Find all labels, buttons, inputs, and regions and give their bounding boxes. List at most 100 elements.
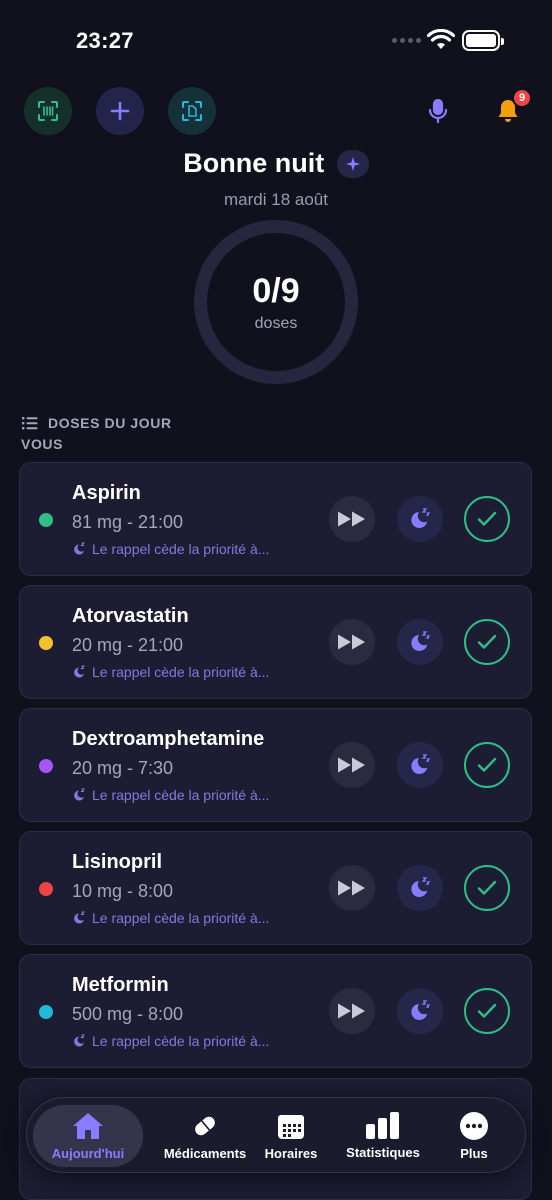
skip-button[interactable] — [329, 742, 375, 788]
doses-count: 0/9 — [252, 272, 300, 310]
medication-dose-time: 20 mg - 7:30 — [72, 758, 174, 778]
sleep-moon-icon — [74, 788, 86, 801]
current-date: mardi 18 août — [224, 190, 328, 209]
mark-taken-button[interactable] — [464, 865, 510, 911]
pill-icon — [195, 1116, 215, 1136]
skip-button[interactable] — [329, 865, 375, 911]
medication-dose-time: 20 mg - 21:00 — [72, 635, 184, 655]
reminder-note-text: Le rappel cède la priorité à... — [92, 664, 270, 680]
medication-dose-time: 81 mg - 21:00 — [72, 512, 184, 532]
mark-taken-button[interactable] — [464, 619, 510, 665]
bar-chart-icon — [366, 1112, 399, 1139]
document-scan-button[interactable] — [168, 87, 216, 135]
fast-forward-icon — [338, 634, 365, 650]
snooze-button[interactable] — [397, 742, 443, 788]
tab-medications-label: Médicaments — [163, 1146, 247, 1161]
checkmark-icon — [477, 634, 497, 649]
checkmark-icon — [477, 757, 497, 772]
barcode-scan-icon — [38, 101, 58, 121]
sleep-moon-icon — [74, 1034, 86, 1047]
snooze-button[interactable] — [397, 988, 443, 1034]
reminder-note: Le rappel cède la priorité à... — [72, 787, 269, 803]
wifi-icon — [427, 29, 455, 49]
mark-taken-button[interactable] — [464, 988, 510, 1034]
sleep-moon-icon — [74, 665, 86, 678]
tab-statistics-label: Statistiques — [346, 1145, 420, 1160]
checkmark-icon — [477, 880, 497, 895]
notification-badge: 9 — [512, 88, 532, 108]
dose-card[interactable]: Aspirin 81 mg - 21:00 Le rappel cède la … — [19, 462, 532, 576]
medication-dose-time: 10 mg - 8:00 — [72, 881, 174, 901]
signal-icon — [392, 38, 421, 43]
snooze-moon-icon — [411, 877, 431, 897]
snooze-button[interactable] — [397, 496, 443, 542]
reminder-note-text: Le rappel cède la priorité à... — [92, 1033, 270, 1049]
reminder-note-text: Le rappel cède la priorité à... — [92, 541, 270, 557]
reminder-note: Le rappel cède la priorité à... — [72, 664, 269, 680]
ai-assistant-button[interactable] — [336, 149, 369, 178]
snooze-moon-icon — [411, 754, 431, 774]
checkmark-icon — [477, 1003, 497, 1018]
home-icon — [73, 1113, 103, 1139]
reminder-note: Le rappel cède la priorité à... — [72, 910, 269, 926]
more-icon — [460, 1112, 488, 1140]
medication-color-dot — [39, 759, 53, 773]
sparkle-icon — [345, 156, 360, 171]
list-icon — [22, 416, 38, 429]
snooze-button[interactable] — [397, 865, 443, 911]
checkmark-icon — [477, 511, 497, 526]
section-title: DOSES DU JOUR — [48, 415, 172, 431]
skip-button[interactable] — [329, 988, 375, 1034]
barcode-scan-button[interactable] — [24, 87, 72, 135]
medication-color-dot — [39, 1005, 53, 1019]
medication-dose-time: 500 mg - 8:00 — [72, 1004, 184, 1024]
tab-schedules[interactable]: Horaires — [257, 1098, 325, 1174]
tab-more-label: Plus — [460, 1146, 488, 1161]
snooze-moon-icon — [411, 508, 431, 528]
voice-button[interactable] — [414, 87, 462, 135]
reminder-note-text: Le rappel cède la priorité à... — [92, 787, 270, 803]
greeting-title: Bonne nuit — [183, 148, 325, 178]
reminder-note-text: Le rappel cède la priorité à... — [92, 910, 270, 926]
tab-more[interactable]: Plus — [441, 1098, 507, 1174]
fast-forward-icon — [338, 757, 365, 773]
dose-card[interactable]: Atorvastatin 20 mg - 21:00 Le rappel cèd… — [19, 585, 532, 699]
skip-button[interactable] — [329, 619, 375, 665]
snooze-moon-icon — [411, 631, 431, 651]
add-medication-button[interactable] — [96, 87, 144, 135]
fast-forward-icon — [338, 1003, 365, 1019]
battery-icon — [462, 30, 504, 51]
mark-taken-button[interactable] — [464, 742, 510, 788]
medication-name: Metformin — [72, 974, 169, 996]
dose-card[interactable]: Lisinopril 10 mg - 8:00 Le rappel cède l… — [19, 831, 532, 945]
sleep-moon-icon — [74, 911, 86, 924]
medication-name: Dextroamphetamine — [72, 728, 265, 750]
tab-medications[interactable]: Médicaments — [151, 1098, 259, 1174]
tab-today-label: Aujourd'hui — [51, 1146, 125, 1161]
medication-color-dot — [39, 636, 53, 650]
greeting-row: Bonne nuit — [0, 148, 552, 179]
fast-forward-icon — [338, 511, 365, 527]
status-time: 23:27 — [76, 28, 134, 53]
calendar-icon — [278, 1115, 304, 1139]
bottom-tab-bar: Aujourd'hui Médicaments Horaires Statist… — [26, 1097, 526, 1173]
skip-button[interactable] — [329, 496, 375, 542]
dose-card[interactable]: Metformin 500 mg - 8:00 Le rappel cède l… — [19, 954, 532, 1068]
tab-statistics[interactable]: Statistiques — [337, 1098, 429, 1174]
medication-name: Atorvastatin — [72, 605, 189, 627]
snooze-button[interactable] — [397, 619, 443, 665]
mark-taken-button[interactable] — [464, 496, 510, 542]
section-subtitle: VOUS — [21, 436, 64, 452]
dose-card[interactable]: Dextroamphetamine 20 mg - 7:30 Le rappel… — [19, 708, 532, 822]
medication-name: Lisinopril — [72, 851, 162, 873]
doses-label: doses — [254, 315, 298, 332]
medication-color-dot — [39, 882, 53, 896]
tab-today[interactable]: Aujourd'hui — [33, 1105, 143, 1167]
microphone-icon — [428, 98, 448, 124]
fast-forward-icon — [338, 880, 365, 896]
medication-color-dot — [39, 513, 53, 527]
status-bar: 23:27 — [0, 0, 552, 80]
tab-schedules-label: Horaires — [264, 1146, 318, 1161]
section-header: DOSES DU JOUR — [22, 415, 172, 431]
plus-icon — [110, 101, 130, 121]
